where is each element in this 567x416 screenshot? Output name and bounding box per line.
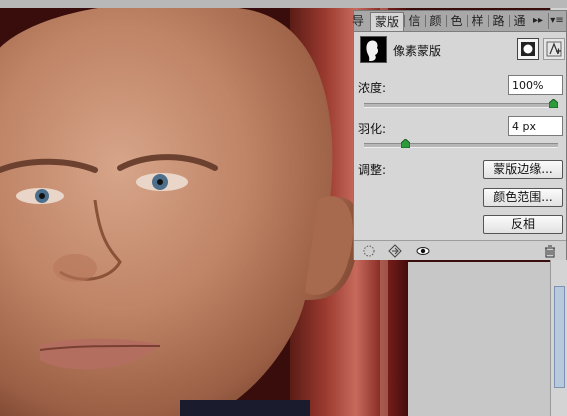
vector-mask-icon	[546, 41, 562, 57]
mask-thumbnail[interactable]	[360, 36, 387, 63]
panel-bottom-bar	[354, 240, 566, 260]
workspace-background	[408, 262, 551, 416]
mask-type-label: 像素蒙版	[393, 44, 442, 58]
adjust-label: 调整:	[358, 163, 387, 177]
delete-mask-icon[interactable]	[543, 244, 557, 258]
invert-button[interactable]: 反相	[483, 215, 563, 234]
density-label: 浓度:	[358, 81, 387, 95]
scrollbar-thumb[interactable]	[554, 286, 565, 388]
mask-edge-button[interactable]: 蒙版边缘...	[483, 160, 563, 179]
pixel-mask-button[interactable]	[517, 38, 539, 60]
mask-info-row: 像素蒙版	[360, 36, 565, 64]
masks-panel: 导 蒙版 信 颜 色 样 路 通 ▸▸ ▾≡ 像素蒙版 浓度: 100% 羽化:…	[352, 10, 567, 260]
color-range-button[interactable]: 颜色范围...	[483, 188, 563, 207]
vector-mask-button[interactable]	[543, 38, 565, 60]
feather-slider-thumb[interactable]	[401, 139, 410, 148]
tab-color[interactable]: 颜	[426, 12, 445, 31]
feather-input[interactable]	[508, 116, 563, 136]
tab-masks[interactable]: 蒙版	[370, 12, 404, 31]
tab-swatches[interactable]: 色	[447, 12, 466, 31]
tab-styles[interactable]: 样	[468, 12, 487, 31]
feather-label: 羽化:	[358, 122, 387, 136]
tab-info[interactable]: 信	[405, 12, 424, 31]
density-input[interactable]	[508, 75, 563, 95]
panel-collapse-button[interactable]: ▸▸	[530, 13, 546, 29]
visibility-eye-icon[interactable]	[416, 244, 430, 258]
tab-paths[interactable]: 路	[489, 12, 508, 31]
tab-channels[interactable]: 通	[510, 12, 529, 31]
feather-slider[interactable]	[364, 139, 558, 148]
density-slider-thumb[interactable]	[549, 99, 558, 108]
panel-menu-button[interactable]: ▾≡	[548, 13, 565, 29]
top-toolbar-edge	[0, 0, 567, 8]
mask-silhouette-icon	[366, 40, 379, 61]
apply-mask-icon[interactable]	[388, 244, 402, 258]
panel-tab-bar: 导 蒙版 信 颜 色 样 路 通 ▸▸ ▾≡	[352, 11, 566, 32]
tab-navigator[interactable]: 导	[348, 12, 368, 31]
density-slider[interactable]	[364, 99, 558, 108]
load-selection-icon[interactable]	[362, 244, 376, 258]
pixel-mask-icon	[521, 42, 535, 56]
